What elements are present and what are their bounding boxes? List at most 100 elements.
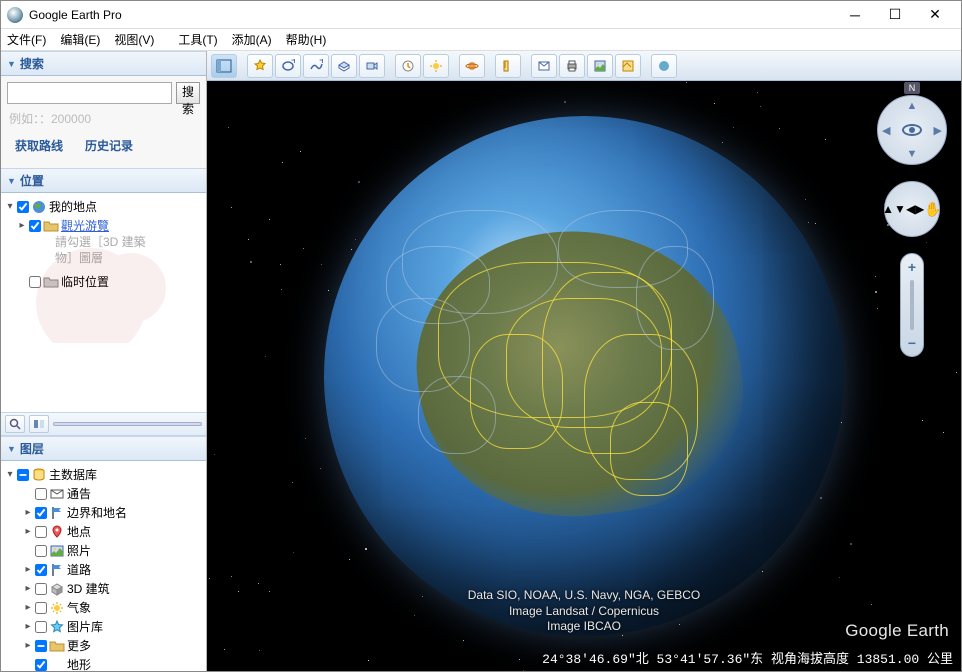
search-input[interactable] <box>7 82 172 104</box>
expander-icon[interactable]: ▸ <box>17 220 27 231</box>
save-image-button[interactable] <box>587 54 613 78</box>
layer-checkbox[interactable] <box>35 488 47 500</box>
zoom-in-button[interactable]: + <box>903 258 921 276</box>
menu-file[interactable]: 文件(F) <box>7 31 46 48</box>
layer-checkbox[interactable] <box>35 640 47 652</box>
maximize-button[interactable]: ☐ <box>875 2 915 28</box>
ruler-button[interactable] <box>495 54 521 78</box>
expander-icon[interactable]: ▸ <box>23 564 33 575</box>
titlebar: Google Earth Pro ─ ☐ ✕ <box>1 1 961 29</box>
look-left-button[interactable]: ◀ <box>882 124 890 137</box>
layer-checkbox[interactable] <box>35 564 47 576</box>
expander-icon[interactable]: ▸ <box>23 621 33 632</box>
zoom-slider[interactable] <box>910 280 914 330</box>
menu-view[interactable]: 视图(V) <box>114 31 154 48</box>
window-title: Google Earth Pro <box>29 8 835 22</box>
layer-row-8[interactable]: ▸图片库 <box>3 617 204 636</box>
look-up-button[interactable]: ▲ <box>907 100 918 112</box>
menu-tools[interactable]: 工具(T) <box>178 31 217 48</box>
planet-button[interactable] <box>459 54 485 78</box>
layer-checkbox[interactable] <box>35 583 47 595</box>
layer-row-10[interactable]: 地形 <box>3 655 204 671</box>
star-icon <box>49 619 65 635</box>
tree-row-myplaces[interactable]: ▾ 我的地点 <box>3 197 204 216</box>
earth-view[interactable]: + + <box>207 51 961 671</box>
pan-right-button[interactable]: ▶ <box>915 202 924 216</box>
layer-row-3[interactable]: ▸地点 <box>3 522 204 541</box>
expander-icon[interactable]: ▸ <box>23 507 33 518</box>
directions-link[interactable]: 获取路线 <box>15 137 63 154</box>
layers-panel-header[interactable]: 图层 <box>1 436 206 461</box>
sign-in-button[interactable] <box>651 54 677 78</box>
view-maps-button[interactable] <box>615 54 641 78</box>
expander-icon[interactable]: ▾ <box>5 201 15 212</box>
search-panel-header[interactable]: 搜索 <box>1 51 206 76</box>
pan-control[interactable]: ▲ ▼ ◀ ▶ ✋ <box>884 181 940 237</box>
search-header-label: 搜索 <box>20 55 44 72</box>
close-button[interactable]: ✕ <box>915 2 955 28</box>
search-places-button[interactable] <box>5 415 25 433</box>
pan-down-button[interactable]: ▼ <box>894 202 906 216</box>
opacity-slider[interactable] <box>53 422 202 426</box>
pan-left-button[interactable]: ◀ <box>906 202 915 216</box>
menu-edit[interactable]: 编辑(E) <box>60 31 100 48</box>
hide-sidebar-button[interactable] <box>211 54 237 78</box>
layer-checkbox[interactable] <box>35 602 47 614</box>
layer-checkbox[interactable] <box>35 507 47 519</box>
look-right-button[interactable]: ▶ <box>934 124 942 137</box>
layer-row-6[interactable]: ▸3D 建筑 <box>3 579 204 598</box>
layer-checkbox[interactable] <box>35 621 47 633</box>
pan-up-button[interactable]: ▲ <box>882 202 894 216</box>
search-button[interactable]: 搜索 <box>176 82 200 104</box>
layer-row-7[interactable]: ▸气象 <box>3 598 204 617</box>
tree-row-temp[interactable]: 临时位置 <box>3 272 204 291</box>
layer-row-9[interactable]: ▸更多 <box>3 636 204 655</box>
split-view-button[interactable] <box>29 415 49 433</box>
history-link[interactable]: 历史记录 <box>85 137 133 154</box>
globe-icon[interactable] <box>324 116 844 636</box>
image-overlay-button[interactable] <box>331 54 357 78</box>
layer-checkbox[interactable] <box>35 545 47 557</box>
expander-icon[interactable]: ▾ <box>5 469 15 480</box>
layer-checkbox[interactable] <box>17 469 29 481</box>
nav-controls: N ▲ ▼ ◀ ▶ ▲ ▼ ◀ ▶ ✋ + − <box>877 95 947 357</box>
path-button[interactable]: + <box>303 54 329 78</box>
polygon-button[interactable]: + <box>275 54 301 78</box>
checkbox-sightseeing[interactable] <box>29 220 41 232</box>
email-button[interactable] <box>531 54 557 78</box>
globe-canvas[interactable] <box>207 81 961 671</box>
places-panel-header[interactable]: 位置 <box>1 168 206 193</box>
zoom-out-button[interactable]: − <box>903 334 921 352</box>
menu-add[interactable]: 添加(A) <box>232 31 272 48</box>
expander-icon[interactable]: ▸ <box>23 602 33 613</box>
compass-control[interactable]: N ▲ ▼ ◀ ▶ <box>877 95 947 165</box>
sightseeing-label: 觀光游覽 <box>61 217 109 234</box>
flag-icon <box>49 562 65 578</box>
layer-row-4[interactable]: 照片 <box>3 541 204 560</box>
expander-icon[interactable]: ▸ <box>23 526 33 537</box>
sunlight-button[interactable] <box>423 54 449 78</box>
history-button[interactable] <box>395 54 421 78</box>
earth-icon <box>31 199 47 215</box>
layer-row-2[interactable]: ▸边界和地名 <box>3 503 204 522</box>
menu-help[interactable]: 帮助(H) <box>286 31 327 48</box>
placemark-button[interactable] <box>247 54 273 78</box>
checkbox-myplaces[interactable] <box>17 201 29 213</box>
tree-row-sightseeing[interactable]: ▸ 觀光游覽 <box>3 216 204 235</box>
layer-label: 道路 <box>67 561 91 578</box>
print-button[interactable] <box>559 54 585 78</box>
look-down-button[interactable]: ▼ <box>907 148 918 160</box>
expander-icon[interactable]: ▸ <box>23 640 33 651</box>
layer-row-1[interactable]: 通告 <box>3 484 204 503</box>
search-hint: 例如：：200000 <box>9 110 198 127</box>
record-tour-button[interactable] <box>359 54 385 78</box>
compass-north-label[interactable]: N <box>904 82 920 94</box>
checkbox-temp[interactable] <box>29 276 41 288</box>
layer-row-5[interactable]: ▸ 道路 <box>3 560 204 579</box>
layer-checkbox[interactable] <box>35 526 47 538</box>
layer-row-0[interactable]: ▾主数据库 <box>3 465 204 484</box>
minimize-button[interactable]: ─ <box>835 2 875 28</box>
layer-checkbox[interactable] <box>35 659 47 671</box>
zoom-control[interactable]: + − <box>900 253 924 357</box>
expander-icon[interactable]: ▸ <box>23 583 33 594</box>
